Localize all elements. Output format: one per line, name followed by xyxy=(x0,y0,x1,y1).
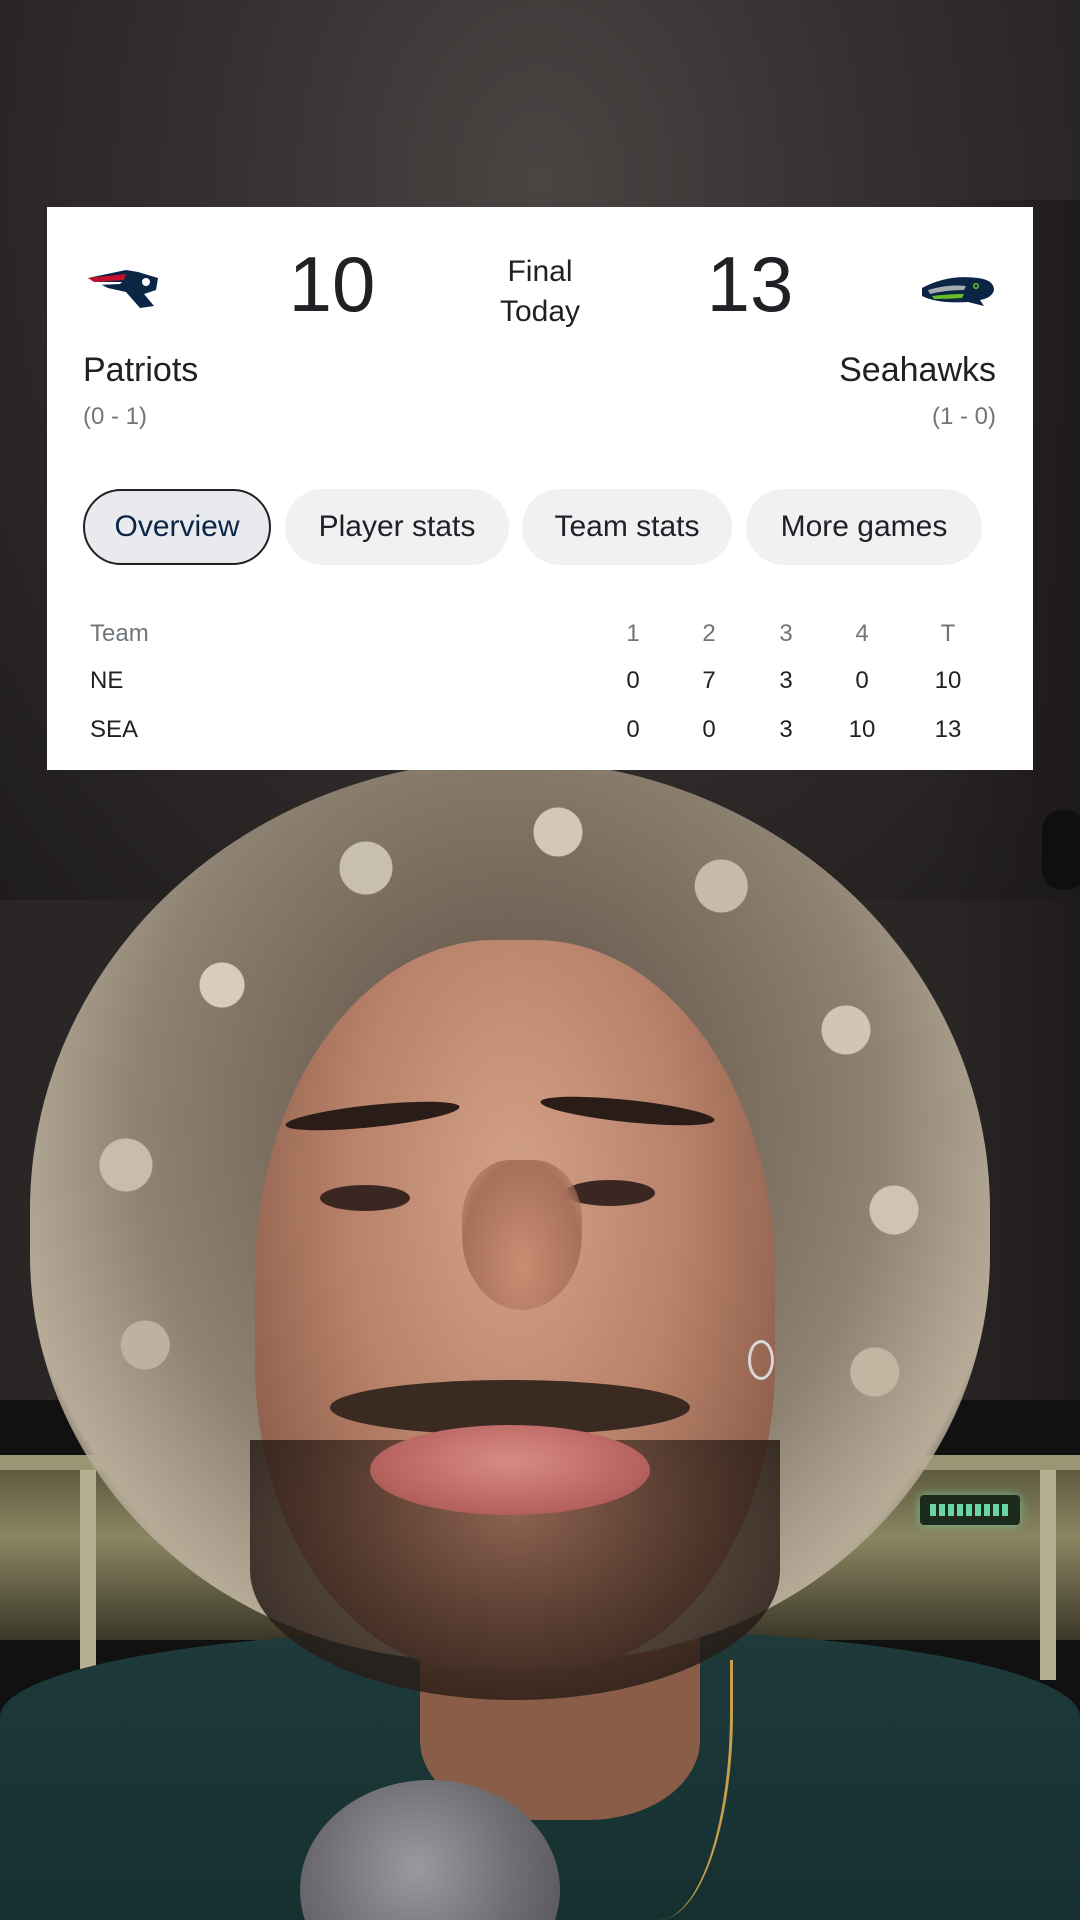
linescore-cell-total: 10 xyxy=(934,667,962,694)
game-status-date: Today xyxy=(499,295,581,328)
linescore-header-team: Team xyxy=(90,620,149,647)
away-score: 13 xyxy=(706,240,794,328)
tab-team-stats[interactable]: Team stats xyxy=(522,489,732,565)
linescore-header-q3: 3 xyxy=(779,620,793,647)
patriots-logo-icon xyxy=(88,270,158,308)
linescore-header-q1: 1 xyxy=(626,620,640,647)
tab-player-stats[interactable]: Player stats xyxy=(285,489,509,565)
home-team-name[interactable]: Patriots xyxy=(83,351,198,390)
linescore-cell: 7 xyxy=(702,667,716,694)
home-team-record: (0 - 1) xyxy=(83,403,148,430)
linescore-row-team: NE xyxy=(90,667,124,694)
away-team-name[interactable]: Seahawks xyxy=(839,351,996,390)
linescore-cell: 10 xyxy=(848,716,876,743)
linescore-header-q2: 2 xyxy=(702,620,716,647)
person-lips xyxy=(370,1425,650,1515)
person-nose xyxy=(462,1160,582,1310)
seahawks-logo-icon xyxy=(922,277,994,306)
linescore-cell: 0 xyxy=(626,667,640,694)
away-team-record: (1 - 0) xyxy=(931,403,996,430)
tab-overview[interactable]: Overview xyxy=(83,489,271,565)
linescore-cell: 0 xyxy=(626,716,640,743)
linescore-header-q4: 4 xyxy=(855,620,869,647)
store-sign xyxy=(920,1495,1020,1525)
linescore-header-total: T xyxy=(940,620,956,647)
storefront-pillar xyxy=(1040,1470,1056,1680)
game-status: Final Today xyxy=(470,252,610,332)
game-status-final: Final xyxy=(507,255,573,288)
linescore-cell: 0 xyxy=(702,716,716,743)
linescore-row-team: SEA xyxy=(90,716,139,743)
earring xyxy=(748,1340,774,1380)
linescore-cell: 3 xyxy=(779,716,793,743)
left-eye xyxy=(320,1185,410,1211)
storefront-pillar xyxy=(80,1470,96,1680)
linescore-cell: 0 xyxy=(855,667,869,694)
home-score: 10 xyxy=(288,240,376,328)
tab-more-games[interactable]: More games xyxy=(746,489,982,565)
car-handle xyxy=(1042,810,1080,890)
linescore-cell: 3 xyxy=(779,667,793,694)
linescore-cell-total: 13 xyxy=(934,716,962,743)
